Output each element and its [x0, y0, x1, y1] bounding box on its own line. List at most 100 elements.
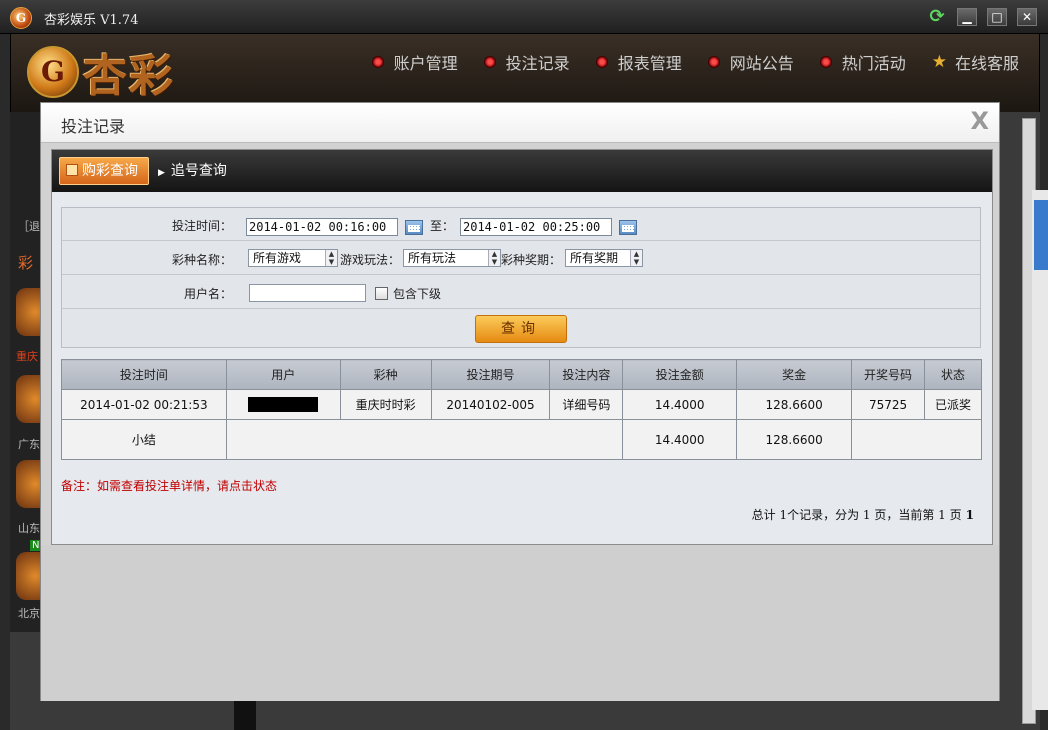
refresh-icon[interactable]: ⟳: [927, 7, 947, 27]
pagination-info: 总计 1个记录，分为 1 页，当前第 1 页 1: [752, 506, 974, 523]
nav-item-promotions[interactable]: 热门活动: [819, 50, 906, 74]
pagination-text: 总计 1个记录，分为 1 页，当前第 1 页: [751, 508, 962, 522]
background-game-icon: [16, 288, 40, 336]
summary-empty-cell: [851, 419, 982, 460]
username-input[interactable]: [249, 284, 366, 302]
background-game-icon: [16, 375, 40, 423]
time-from-input[interactable]: 2014-01-02 00:16:00: [246, 218, 398, 236]
column-header: 投注期号: [430, 359, 551, 390]
lottery-select[interactable]: 所有游戏 ▲ ▼: [248, 249, 338, 267]
column-header: 投注内容: [549, 359, 624, 390]
nav-item-online-service[interactable]: ★ 在线客服: [932, 50, 1019, 74]
form-row-time: 投注时间： 2014-01-02 00:16:00 至： 2014-01-02 …: [62, 208, 980, 241]
tab-purchase-query[interactable]: 购彩查询: [59, 157, 149, 185]
include-sub-label: 包含下级: [393, 287, 442, 301]
period-select-value: 所有奖期: [570, 251, 619, 265]
nav-item-label: 热门活动: [841, 54, 906, 73]
play-select[interactable]: 所有玩法 ▲ ▼: [403, 249, 501, 267]
lottery-cell: 重庆时时彩: [339, 389, 432, 420]
nav-item-bet-records[interactable]: 投注记录: [483, 50, 570, 74]
select-arrows-icon: ▲ ▼: [630, 250, 642, 266]
nav-item-label: 报表管理: [617, 54, 682, 73]
column-header: 投注金额: [622, 359, 738, 390]
brand-coin-icon: G: [27, 46, 79, 98]
calendar-icon[interactable]: [619, 220, 637, 235]
redacted-username: [248, 397, 319, 412]
column-header: 开奖号码: [851, 359, 925, 390]
dialog-title: 投注记录: [61, 117, 126, 136]
search-form: 投注时间： 2014-01-02 00:16:00 至： 2014-01-02 …: [61, 207, 981, 348]
nav-bullet-icon: [483, 56, 496, 68]
user-label: 用户名：: [183, 287, 232, 301]
background-text: ［退: [18, 220, 40, 233]
star-icon: ★: [931, 52, 947, 72]
nav-item-label: 网站公告: [729, 54, 794, 73]
prize-cell: 128.6600: [736, 389, 853, 420]
app-header: G 杏彩 账户管理 投注记录 报表管理 网站公告 热门活动 ★ 在线客服: [10, 34, 1040, 112]
background-text: 彩: [18, 254, 34, 272]
column-header: 投注时间: [61, 359, 227, 390]
background-game-icon: [16, 552, 40, 600]
background-text: 山东: [18, 522, 40, 535]
tab-chase-query[interactable]: ▶ 追号查询: [158, 157, 227, 185]
app-title: 杏彩娱乐 V1.74: [44, 13, 139, 28]
query-panel: 购彩查询 ▶ 追号查询 投注时间： 2014-01-02 00:16:00 至： …: [51, 149, 993, 545]
draw-number-cell: 75725: [851, 389, 925, 420]
summary-label: 小结: [61, 419, 227, 460]
nav-item-announcements[interactable]: 网站公告: [707, 50, 794, 74]
current-page-link[interactable]: 1: [966, 508, 974, 522]
remark-note: 备注：如需查看投注单详情，请点击状态: [61, 479, 278, 493]
bet-time-cell: 2014-01-02 00:21:53: [61, 389, 227, 420]
table-header-row: 投注时间 用户 彩种 投注期号 投注内容 投注金额 奖金 开奖号码 状态: [61, 359, 982, 390]
tab-icon: [66, 164, 78, 176]
background-right-strip: [1032, 190, 1048, 710]
tab-label: 追号查询: [170, 163, 227, 179]
maximize-button[interactable]: □: [987, 8, 1007, 26]
column-header: 奖金: [736, 359, 853, 390]
nav-item-reports[interactable]: 报表管理: [595, 50, 682, 74]
tab-bar: 购彩查询 ▶ 追号查询: [52, 150, 992, 192]
select-arrows-icon: ▲ ▼: [325, 250, 337, 266]
close-window-button[interactable]: ✕: [1017, 8, 1037, 26]
background-text: 广东: [18, 438, 40, 451]
summary-row: 小结 14.4000 128.6600: [61, 419, 982, 460]
status-link[interactable]: 已派奖: [924, 389, 982, 420]
detail-numbers-link[interactable]: 详细号码: [549, 389, 624, 420]
time-label: 投注时间：: [171, 219, 232, 233]
form-row-filters: 彩种名称： 所有游戏 ▲ ▼ 游戏玩法： 所有玩法 ▲ ▼ 彩种奖期： 所有奖期 ▲ ▼: [62, 241, 980, 275]
column-header: 彩种: [339, 359, 432, 390]
bet-records-dialog: 投注记录 X 购彩查询 ▶ 追号查询 投注时间： 2014-01-02 00:16…: [40, 102, 1000, 701]
summary-prize: 128.6600: [736, 419, 853, 460]
table-row: 2014-01-02 00:21:53 重庆时时彩 20140102-005 详…: [61, 389, 982, 420]
nav-item-account[interactable]: 账户管理: [371, 50, 458, 74]
period-label: 彩种奖期：: [501, 253, 562, 267]
triangle-right-icon: ▶: [158, 168, 165, 178]
select-arrows-icon: ▲ ▼: [488, 250, 500, 266]
app-window: G 杏彩娱乐 V1.74 ⟳ ▁ □ ✕ G 杏彩 账户管理 投注记录 报表管理…: [0, 0, 1048, 730]
nav-bullet-icon: [707, 56, 720, 68]
include-sub-checkbox[interactable]: [375, 287, 388, 300]
background-game-icon: [16, 460, 40, 508]
nav-item-label: 账户管理: [393, 54, 458, 73]
app-logo-icon: G: [10, 7, 32, 29]
dialog-header: 投注记录 X: [41, 103, 999, 143]
dialog-close-button[interactable]: X: [970, 108, 989, 134]
nav-bullet-icon: [371, 56, 384, 68]
amount-cell: 14.4000: [622, 389, 738, 420]
summary-amount: 14.4000: [622, 419, 738, 460]
play-select-value: 所有玩法: [408, 251, 457, 265]
minimize-button[interactable]: ▁: [957, 8, 977, 26]
dialog-empty-area: [41, 545, 999, 701]
calendar-icon[interactable]: [405, 220, 423, 235]
summary-empty-cell: [225, 419, 624, 460]
to-label: 至：: [430, 219, 455, 233]
nav-item-label: 在线客服: [954, 54, 1019, 73]
time-to-input[interactable]: 2014-01-02 00:25:00: [460, 218, 612, 236]
title-bar: G 杏彩娱乐 V1.74 ⟳ ▁ □ ✕: [0, 0, 1048, 34]
form-row-user: 用户名： 包含下级: [62, 275, 980, 309]
period-select[interactable]: 所有奖期 ▲ ▼: [565, 249, 643, 267]
query-button[interactable]: 查询: [475, 315, 567, 343]
background-text: 北京: [18, 607, 40, 620]
background-text: 重庆: [16, 350, 38, 363]
background-footer: [234, 700, 256, 730]
